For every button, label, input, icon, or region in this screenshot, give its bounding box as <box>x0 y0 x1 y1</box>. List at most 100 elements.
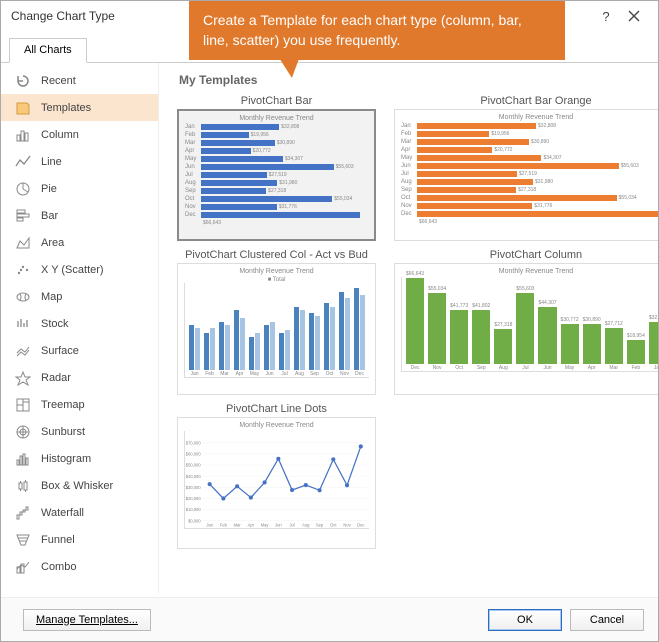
sidebar-item-stock[interactable]: Stock <box>1 310 158 337</box>
chart-type-icon <box>15 235 31 251</box>
sidebar-item-x-y-scatter-[interactable]: X Y (Scatter) <box>1 256 158 283</box>
sidebar-item-map[interactable]: Map <box>1 283 158 310</box>
thumb-title: PivotChart Line Dots <box>177 403 376 415</box>
sidebar-item-label: Stock <box>41 318 69 330</box>
svg-text:$40,000: $40,000 <box>186 474 202 479</box>
sidebar-item-label: Funnel <box>41 534 75 546</box>
ok-button[interactable]: OK <box>488 609 562 631</box>
sidebar-item-label: Treemap <box>41 399 85 411</box>
chart-type-icon <box>15 559 31 575</box>
cancel-button[interactable]: Cancel <box>570 609 644 631</box>
thumb-subtitle: Monthly Revenue Trend <box>184 268 369 275</box>
chart-type-icon <box>15 262 31 278</box>
sidebar-item-label: X Y (Scatter) <box>41 264 104 276</box>
sidebar-item-label: Surface <box>41 345 79 357</box>
template-thumb[interactable]: PivotChart Bar Monthly Revenue TrendJan$3… <box>177 95 376 241</box>
thumb-subtitle: Monthly Revenue Trend <box>185 115 368 122</box>
sidebar-item-label: Sunburst <box>41 426 85 438</box>
thumb-title: PivotChart Column <box>394 249 658 261</box>
chart-type-icon <box>15 316 31 332</box>
thumb-title: PivotChart Bar <box>177 95 376 107</box>
svg-text:Apr: Apr <box>248 522 255 527</box>
chart-type-icon <box>15 181 31 197</box>
change-chart-type-dialog: Create a Template for each chart type (c… <box>0 0 659 642</box>
thumb-subtitle: Monthly Revenue Trend <box>401 114 658 121</box>
close-icon <box>628 10 640 22</box>
thumb-preview: Monthly Revenue Trend■ TotalJanFebMarApr… <box>177 263 376 395</box>
sidebar-item-radar[interactable]: Radar <box>1 364 158 391</box>
sidebar-item-label: Histogram <box>41 453 91 465</box>
svg-text:Jun: Jun <box>275 522 282 527</box>
svg-text:May: May <box>261 522 270 527</box>
svg-text:Mar: Mar <box>234 522 242 527</box>
template-thumb[interactable]: PivotChart Clustered Col - Act vs BudMon… <box>177 249 376 395</box>
chart-type-icon <box>15 73 31 89</box>
svg-text:Dec: Dec <box>357 522 364 527</box>
sidebar-item-label: Box & Whisker <box>41 480 113 492</box>
sidebar-item-histogram[interactable]: Histogram <box>1 445 158 472</box>
svg-text:Sep: Sep <box>316 522 324 527</box>
section-title: My Templates <box>179 73 644 87</box>
annotation-callout: Create a Template for each chart type (c… <box>189 1 565 60</box>
sidebar-item-waterfall[interactable]: Waterfall <box>1 499 158 526</box>
sidebar-item-line[interactable]: Line <box>1 148 158 175</box>
sidebar-item-label: Combo <box>41 561 76 573</box>
sidebar-item-label: Map <box>41 291 62 303</box>
chart-type-icon <box>15 451 31 467</box>
sidebar-item-label: Waterfall <box>41 507 84 519</box>
chart-type-icon <box>15 478 31 494</box>
svg-text:$30,000: $30,000 <box>186 485 202 490</box>
sidebar-item-recent[interactable]: Recent <box>1 67 158 94</box>
svg-text:$60,000: $60,000 <box>186 451 202 456</box>
dialog-footer: Manage Templates... OK Cancel <box>1 597 658 641</box>
manage-templates-button[interactable]: Manage Templates... <box>23 609 151 631</box>
dialog-title: Change Chart Type <box>11 9 115 23</box>
svg-text:Jan: Jan <box>206 522 213 527</box>
thumb-preview: Monthly Revenue TrendJan$32,808Feb$19,95… <box>394 109 658 241</box>
sidebar-item-surface[interactable]: Surface <box>1 337 158 364</box>
sidebar-item-label: Line <box>41 156 62 168</box>
sidebar-item-box-whisker[interactable]: Box & Whisker <box>1 472 158 499</box>
sidebar-item-label: Column <box>41 129 79 141</box>
sidebar-item-area[interactable]: Area <box>1 229 158 256</box>
templates-pane: My Templates PivotChart Bar Monthly Reven… <box>159 63 658 593</box>
sidebar-item-label: Templates <box>41 102 91 114</box>
chart-type-icon <box>15 127 31 143</box>
chart-type-icon <box>15 208 31 224</box>
tab-all-charts[interactable]: All Charts <box>9 38 87 63</box>
thumb-subtitle: Monthly Revenue Trend <box>401 268 658 275</box>
thumb-subtitle: Monthly Revenue Trend <box>184 422 369 429</box>
template-thumb[interactable]: PivotChart ColumnMonthly Revenue Trend$6… <box>394 249 658 395</box>
sidebar-item-combo[interactable]: Combo <box>1 553 158 580</box>
sidebar-item-label: Pie <box>41 183 57 195</box>
svg-text:Oct: Oct <box>330 522 337 527</box>
svg-text:$0,000: $0,000 <box>188 518 201 523</box>
sidebar-item-pie[interactable]: Pie <box>1 175 158 202</box>
close-button[interactable] <box>620 2 648 30</box>
svg-text:$50,000: $50,000 <box>186 463 202 468</box>
help-button[interactable]: ? <box>592 2 620 30</box>
sidebar-item-templates[interactable]: Templates <box>1 94 158 121</box>
thumb-title: PivotChart Bar Orange <box>394 95 658 107</box>
sidebar-item-label: Recent <box>41 75 76 87</box>
chart-type-sidebar: Recent Templates Column Line Pie Bar Area X Y (… <box>1 63 159 593</box>
sidebar-item-treemap[interactable]: Treemap <box>1 391 158 418</box>
chart-type-icon <box>15 397 31 413</box>
chart-type-icon <box>15 370 31 386</box>
sidebar-item-column[interactable]: Column <box>1 121 158 148</box>
chart-type-icon <box>15 154 31 170</box>
sidebar-item-sunburst[interactable]: Sunburst <box>1 418 158 445</box>
svg-text:Jul: Jul <box>289 522 294 527</box>
chart-type-icon <box>15 289 31 305</box>
sidebar-item-label: Area <box>41 237 64 249</box>
chart-type-icon <box>15 100 31 116</box>
sidebar-item-funnel[interactable]: Funnel <box>1 526 158 553</box>
chart-type-icon <box>15 505 31 521</box>
svg-text:Nov: Nov <box>343 522 351 527</box>
template-thumb[interactable]: PivotChart Line Dots Monthly Revenue Tren… <box>177 403 376 549</box>
sidebar-item-bar[interactable]: Bar <box>1 202 158 229</box>
sidebar-item-label: Bar <box>41 210 58 222</box>
svg-text:$70,000: $70,000 <box>186 440 202 445</box>
template-thumb[interactable]: PivotChart Bar Orange Monthly Revenue Tre… <box>394 95 658 241</box>
thumb-preview: Monthly Revenue TrendJan$32,808Feb$19,95… <box>177 109 376 241</box>
